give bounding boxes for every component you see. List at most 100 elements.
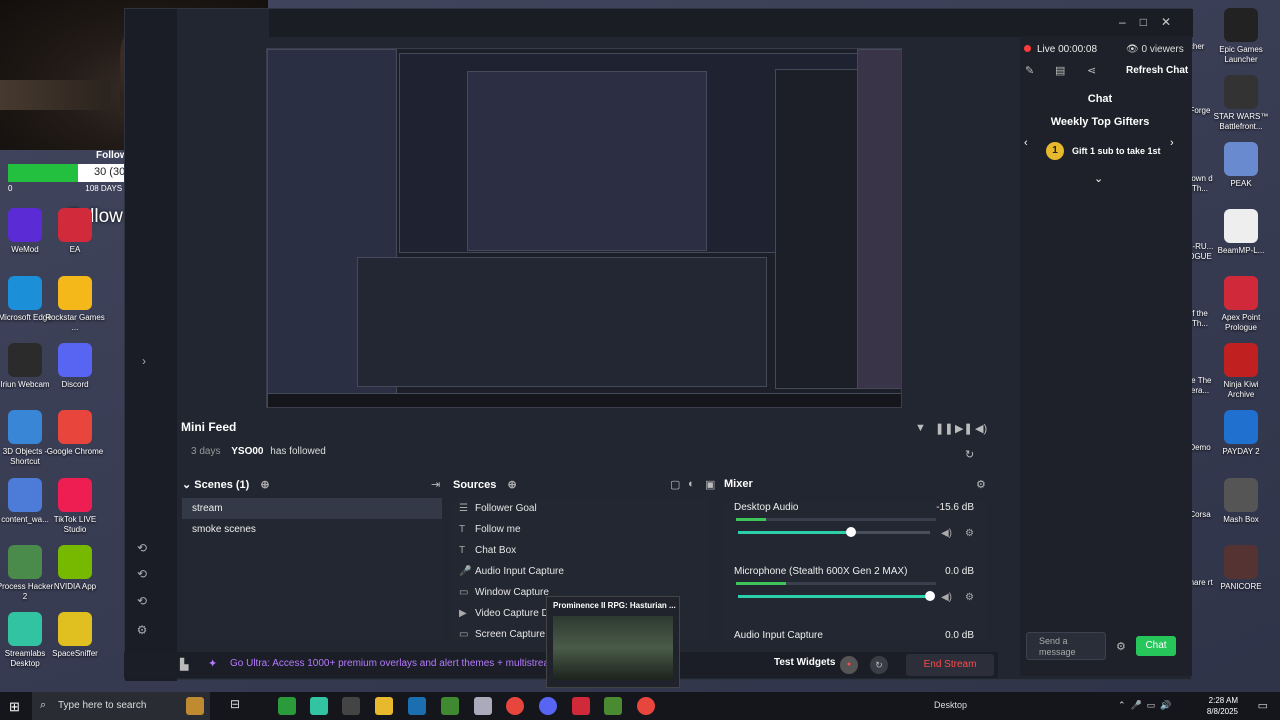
scenes-chevron-icon[interactable]: ⌄ <box>182 479 194 491</box>
desktop-icon[interactable]: SpaceSniffer <box>44 612 106 659</box>
layout-icon[interactable]: ⟲ <box>135 567 149 581</box>
scene-item-smoke-scenes[interactable]: smoke scenes <box>182 519 442 540</box>
replay-buffer-icon[interactable]: ↻ <box>870 656 888 674</box>
windows-start-icon[interactable]: ⊞ <box>9 699 20 715</box>
mixer-settings-icon[interactable]: ⚙ <box>976 478 986 491</box>
pause-icon[interactable]: ❚❚ <box>935 422 953 435</box>
edit-pencil-icon[interactable]: ✎ <box>1025 64 1034 77</box>
skip-icon[interactable]: ▶❚ <box>955 422 973 435</box>
source-scene-icon[interactable]: ▣ <box>705 478 715 491</box>
share-icon[interactable]: ⋖ <box>1087 64 1096 77</box>
gifters-prev-icon[interactable]: ‹ <box>1024 137 1028 149</box>
channel-settings-gear-icon[interactable]: ⚙ <box>965 528 974 539</box>
source-item-label: Window Capture <box>475 587 549 598</box>
xbox-icon[interactable] <box>278 697 296 715</box>
record-icon[interactable]: ● <box>840 656 858 674</box>
source-item[interactable]: T Follow me <box>453 519 709 540</box>
desktop-icon[interactable]: PEAK <box>1210 142 1272 189</box>
desktop-icon[interactable]: PANICORE <box>1210 545 1272 592</box>
file-explorer-icon[interactable] <box>375 697 393 715</box>
app-sidebar: › ⟲ ⟲ ⟲ ⚙ ☺ <box>125 9 177 681</box>
channel-settings-gear-icon[interactable]: ⚙ <box>965 592 974 603</box>
test-widgets-button[interactable]: Test Widgets <box>774 657 835 668</box>
desktop-icon[interactable]: Mash Box <box>1210 478 1272 525</box>
streamlabs-taskbar-icon[interactable] <box>310 697 328 715</box>
cortana-cat-icon[interactable] <box>186 697 204 715</box>
add-source-icon[interactable]: ⊕ <box>507 479 516 491</box>
filter-icon[interactable]: ▼ <box>915 422 926 434</box>
source-folder-icon[interactable]: ▢ <box>670 478 680 491</box>
desktop-icon[interactable]: Rockstar Games ... <box>44 276 106 333</box>
volume-slider[interactable] <box>738 595 930 598</box>
app-icon <box>1224 478 1258 512</box>
desktop-icon[interactable]: BeamMP-L... <box>1210 209 1272 256</box>
follower-goal-min: 0 <box>8 184 13 193</box>
taskbar-thumbnail-popup[interactable]: Prominence II RPG: Hasturian ... <box>546 596 680 688</box>
taskbar-search[interactable]: Type here to search <box>32 692 210 720</box>
steam-icon[interactable] <box>408 697 426 715</box>
camera-icon: ▶ <box>459 608 467 619</box>
desktop-icon[interactable]: Discord <box>44 343 106 390</box>
desktop-icon[interactable]: EA <box>44 208 106 255</box>
chrome-icon[interactable] <box>506 697 524 715</box>
volume-slider-knob[interactable] <box>846 527 857 537</box>
desktop-icon[interactable]: TikTok LIVE Studio <box>44 478 106 535</box>
source-item[interactable]: 🎤 Audio Input Capture <box>453 561 709 582</box>
desktop-icon[interactable]: Google Chrome <box>44 410 106 457</box>
ultra-promo-link[interactable]: Go Ultra: Access 1000+ premium overlays … <box>230 658 560 669</box>
scene-item-stream[interactable]: stream <box>182 498 442 519</box>
gifters-next-icon[interactable]: › <box>1170 137 1174 149</box>
desktop-icon[interactable]: Apex Point Prologue <box>1210 276 1272 333</box>
notification-icon[interactable]: ▭ <box>1258 699 1268 712</box>
scene-transition-icon[interactable]: ⇥ <box>431 478 440 491</box>
volume-icon[interactable]: ◀) <box>975 422 987 435</box>
task-view-icon[interactable]: ⊟ <box>230 697 248 715</box>
send-message-input[interactable]: Send a message <box>1026 632 1106 660</box>
popout-icon[interactable]: ▤ <box>1055 64 1065 77</box>
desktop-icon[interactable]: Ninja Kiwi Archive <box>1210 343 1272 400</box>
source-item[interactable]: ☰ Follower Goal <box>453 498 709 519</box>
window-titlebar: –□✕ <box>269 9 1193 37</box>
chat-send-button[interactable]: Chat <box>1136 636 1176 656</box>
desktop-toolbar-label[interactable]: Desktop <box>934 700 967 710</box>
sources-title: Sources ⊕ <box>453 478 517 491</box>
taskbar-clock[interactable]: 2:28 AM 8/8/2025 <box>1207 695 1238 717</box>
minecraft-icon[interactable] <box>441 697 459 715</box>
apex-taskbar-icon[interactable] <box>572 697 590 715</box>
mute-speaker-icon[interactable]: ◀) <box>941 528 952 539</box>
webcam-taskbar-icon[interactable] <box>342 697 360 715</box>
volume-slider[interactable] <box>738 531 930 534</box>
desktop-icon[interactable]: Epic Games Launcher <box>1210 8 1272 65</box>
studio-mode-icon[interactable]: ⟲ <box>135 541 149 555</box>
source-link-icon[interactable]: ◐ <box>688 478 695 490</box>
prominence-taskbar-icon[interactable] <box>604 697 622 715</box>
desktop-icon[interactable]: NVIDIA App <box>44 545 106 592</box>
live-indicator: Live 00:00:08 <box>1024 44 1097 55</box>
stats-icon[interactable]: ▙ <box>180 658 188 671</box>
desktop-icon-label: NVIDIA App <box>53 582 97 591</box>
gifters-collapse-icon[interactable]: ⌄ <box>1094 172 1103 185</box>
stream-preview[interactable] <box>266 48 902 408</box>
chrome-2-icon[interactable] <box>637 697 655 715</box>
collapse-chevron-icon[interactable]: › <box>137 354 151 368</box>
chat-settings-icon[interactable]: ⚙ <box>1116 640 1126 653</box>
add-scene-icon[interactable]: ⊕ <box>260 479 269 491</box>
text-icon: T <box>459 524 466 535</box>
desktop-icon[interactable]: STAR WARS™ Battlefront... <box>1210 75 1272 132</box>
mixer-title: Mixer <box>724 478 753 490</box>
window-controls[interactable]: –□✕ <box>1119 15 1185 29</box>
settings-gear-icon[interactable]: ⚙ <box>135 623 149 637</box>
refresh-feed-icon[interactable]: ↻ <box>965 448 974 461</box>
end-stream-button[interactable]: End Stream <box>906 654 994 676</box>
source-item[interactable]: T Chat Box <box>453 540 709 561</box>
theme-icon[interactable]: ⟲ <box>135 594 149 608</box>
ultra-icon[interactable]: ✦ <box>208 657 217 670</box>
desktop-icon[interactable]: PAYDAY 2 <box>1210 410 1272 457</box>
game-launcher-icon[interactable] <box>474 697 492 715</box>
discord-taskbar-icon[interactable] <box>539 697 557 715</box>
volume-slider-knob[interactable] <box>925 591 935 601</box>
refresh-chat-button[interactable]: Refresh Chat <box>1126 65 1188 76</box>
system-tray-icons[interactable]: ⌃🎤▭🔊 <box>1118 700 1176 711</box>
mute-speaker-icon[interactable]: ◀) <box>941 592 952 603</box>
webcam-background-shelf <box>0 80 110 110</box>
